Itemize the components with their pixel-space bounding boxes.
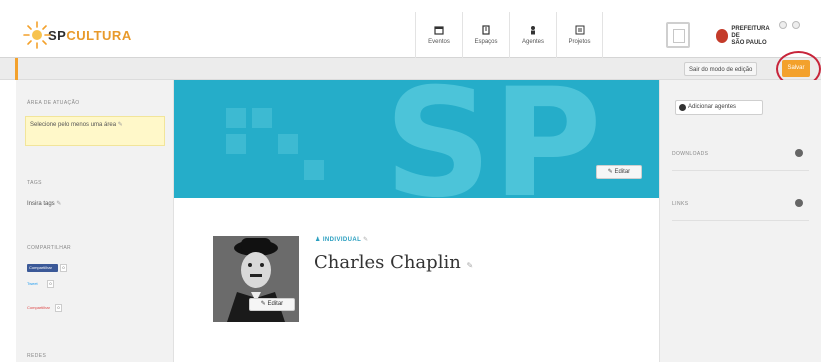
agent-name-text: Charles Chaplin <box>314 252 461 273</box>
divider <box>672 220 809 221</box>
exit-edit-mode-button[interactable]: Sair do modo de edição <box>684 62 758 76</box>
edit-icon: ✎ <box>363 237 369 243</box>
google-share[interactable]: Compartilhar 0 <box>27 303 62 312</box>
divider <box>672 170 809 171</box>
links-title: LINKS <box>672 201 689 207</box>
google-share-button[interactable]: Compartilhar <box>27 304 53 312</box>
nav-eventos[interactable]: Eventos <box>415 12 462 58</box>
cover-square <box>278 134 298 154</box>
prefeitura-logo[interactable]: PREFEITURA DE SÃO PAULO <box>716 26 774 46</box>
right-sidebar <box>659 80 821 362</box>
tags-title: TAGS <box>27 180 42 186</box>
cover-image: SP <box>174 80 659 198</box>
top-header: SPCULTURA Eventos Espaços Agentes Projet… <box>0 12 821 58</box>
prefeitura-line2: SÃO PAULO <box>731 39 767 46</box>
edit-icon: ✎ <box>56 201 62 207</box>
calendar-icon <box>434 26 444 35</box>
tags-input[interactable]: Insira tags ✎ <box>27 200 61 207</box>
prefeitura-line1: PREFEITURA DE <box>731 25 770 39</box>
edit-photo-label: Editar <box>267 301 284 307</box>
prefeitura-text: PREFEITURA DE SÃO PAULO <box>731 26 774 47</box>
facebook-share-button[interactable]: Compartilhar <box>27 263 58 272</box>
svg-text:SP: SP <box>384 80 602 198</box>
nav-label: Eventos <box>428 39 450 45</box>
person-icon: ♟ <box>315 237 321 243</box>
cover-square <box>304 160 324 180</box>
logo-text: SPCULTURA <box>48 27 132 43</box>
nav-espacos[interactable]: Espaços <box>462 12 509 58</box>
person-icon <box>531 26 535 35</box>
sp-watermark-icon: SP <box>384 80 602 198</box>
agent-name[interactable]: Charles Chaplin ✎ <box>314 252 473 273</box>
help-icon[interactable] <box>779 21 787 29</box>
add-link-icon[interactable] <box>795 199 803 207</box>
nav-label: Espaços <box>474 39 498 45</box>
city-seal-icon <box>716 29 729 43</box>
tags-prompt: Insira tags <box>27 201 55 207</box>
screen: SPCULTURA Eventos Espaços Agentes Projet… <box>0 0 821 362</box>
building-icon <box>482 25 490 35</box>
facebook-share[interactable]: Compartilhar 0 <box>27 263 67 272</box>
nav-agentes[interactable]: Agentes <box>509 12 556 58</box>
cover-square <box>252 108 272 128</box>
main-nav: Eventos Espaços Agentes Projetos <box>415 12 603 58</box>
cover-square <box>226 108 246 128</box>
nav-label: Projetos <box>568 39 591 45</box>
user-avatar-button[interactable] <box>666 22 690 48</box>
toolbar-accent <box>15 58 18 80</box>
twitter-share[interactable]: Tweet 0 <box>27 279 54 288</box>
edit-icon: ✎ <box>260 301 266 307</box>
left-sidebar: ÁREA DE ATUAÇÃO Selecione pelo menos uma… <box>16 80 174 362</box>
edit-icon: ✎ <box>117 122 123 128</box>
list-icon <box>575 25 584 35</box>
networks-title: REDES <box>27 353 47 359</box>
agent-type[interactable]: ♟ INDIVIDUAL ✎ <box>315 236 369 243</box>
area-prompt: Selecione pelo menos uma área <box>30 122 117 128</box>
area-select[interactable]: Selecione pelo menos uma área ✎ <box>25 116 165 146</box>
sunburst-icon <box>23 21 51 49</box>
facebook-count: 0 <box>60 263 67 272</box>
area-title: ÁREA DE ATUAÇÃO <box>27 100 80 106</box>
tweet-count: 0 <box>47 279 54 288</box>
cover-square <box>226 134 246 154</box>
nav-projetos[interactable]: Projetos <box>556 12 603 58</box>
edit-icon: ✎ <box>607 169 613 175</box>
edit-cover-button[interactable]: ✎ Editar <box>596 165 642 179</box>
add-download-icon[interactable] <box>795 149 803 157</box>
spcultura-logo[interactable]: SPCULTURA <box>20 20 132 50</box>
share-title: COMPARTILHAR <box>27 245 72 251</box>
nav-label: Agentes <box>521 39 545 45</box>
edit-cover-label: Editar <box>614 169 631 175</box>
info-icon[interactable] <box>792 21 800 29</box>
tweet-button[interactable]: Tweet <box>27 280 45 288</box>
edit-photo-button[interactable]: ✎ Editar <box>249 298 295 311</box>
google-count: 0 <box>55 303 62 312</box>
edit-icon: ✎ <box>466 261 474 270</box>
agent-type-label: INDIVIDUAL <box>322 237 362 243</box>
add-agents-button[interactable]: Adicionar agentes <box>675 100 763 115</box>
downloads-title: DOWNLOADS <box>672 151 709 157</box>
